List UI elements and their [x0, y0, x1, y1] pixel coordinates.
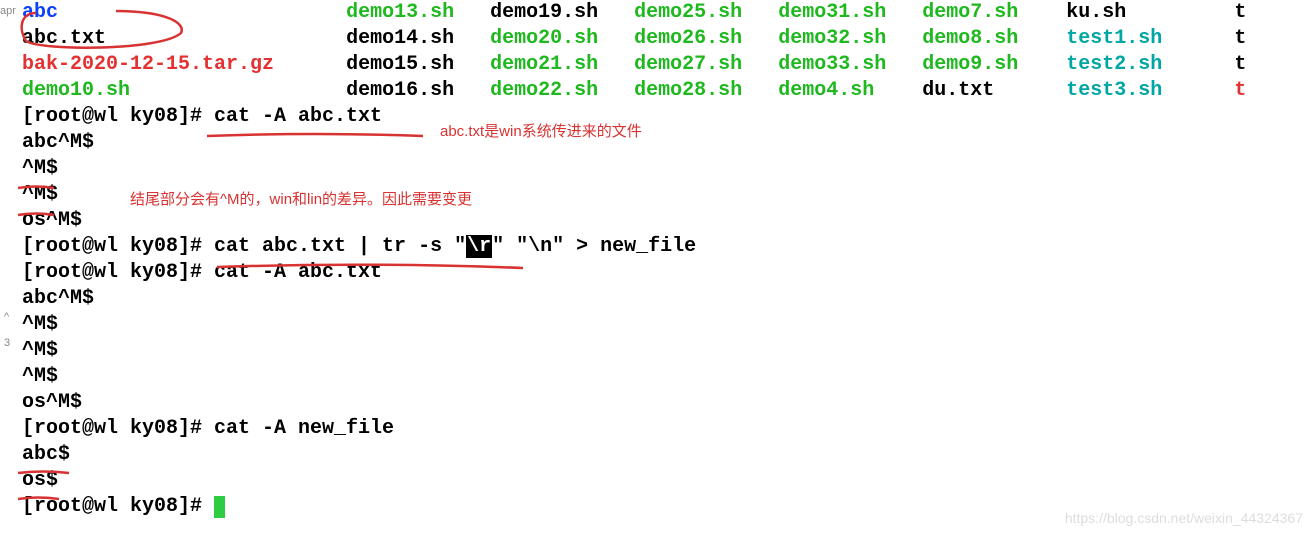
ls-file: abc.txt	[22, 27, 106, 50]
ls-file: demo27.sh	[634, 53, 742, 76]
ls-file: demo7.sh	[922, 1, 1018, 24]
output-line: ^M$	[0, 156, 1315, 182]
ls-file: test3.sh	[1066, 79, 1162, 102]
ls-file: demo13.sh	[346, 1, 454, 24]
terminal-window: apr ^ 3 abc demo13.sh demo19.sh demo25.s…	[0, 0, 1315, 533]
output-line: abc^M$	[0, 286, 1315, 312]
command-text: cat -A abc.txt	[214, 105, 382, 128]
annotation-m-diff: 结尾部分会有^M的，win和lin的差异。因此需要变更	[130, 190, 472, 210]
gutter-label: 3	[4, 336, 10, 350]
ls-file: demo26.sh	[634, 27, 742, 50]
command-text: " "\n" > new_file	[492, 235, 696, 258]
ls-output: abc demo13.sh demo19.sh demo25.sh demo31…	[0, 0, 1315, 104]
command-text: cat -A abc.txt	[214, 261, 382, 284]
ls-file: test1.sh	[1066, 27, 1162, 50]
command-line: [root@wl ky08]# cat -A new_file	[0, 416, 1315, 442]
output-line: abc$	[0, 442, 1315, 468]
output-line: os^M$	[0, 390, 1315, 416]
gutter-label: apr	[0, 4, 16, 18]
gutter-label: ^	[4, 310, 9, 324]
prompt: [root@wl ky08]#	[22, 417, 214, 440]
output-line: ^M$	[0, 364, 1315, 390]
ls-file: test2.sh	[1066, 53, 1162, 76]
output-line: ^M$	[0, 338, 1315, 364]
ls-file: demo20.sh	[490, 27, 598, 50]
output-line: ^M$	[0, 312, 1315, 338]
command-output: abc^M$^M$^M$^M$os^M$	[0, 286, 1315, 416]
ls-file: t	[1234, 53, 1246, 76]
command-line: [root@wl ky08]# cat -A abc.txt	[0, 104, 1315, 130]
ls-file: demo10.sh	[22, 79, 130, 102]
ls-file: demo8.sh	[922, 27, 1018, 50]
command-output: abc$os$	[0, 442, 1315, 494]
ls-file: t	[1234, 27, 1246, 50]
output-line: os^M$	[0, 208, 1315, 234]
command-line: [root@wl ky08]# cat -A abc.txt	[0, 260, 1315, 286]
watermark: https://blog.csdn.net/weixin_44324367	[1065, 509, 1303, 527]
output-line: abc^M$	[0, 130, 1315, 156]
prompt: [root@wl ky08]#	[22, 261, 214, 284]
ls-file: demo15.sh	[346, 53, 454, 76]
ls-file: demo19.sh	[490, 1, 598, 24]
ls-file: demo33.sh	[778, 53, 886, 76]
ls-row: abc.txt demo14.sh demo20.sh demo26.sh de…	[0, 26, 1315, 52]
prompt: [root@wl ky08]#	[22, 235, 214, 258]
cursor	[214, 496, 225, 518]
ls-file: demo28.sh	[634, 79, 742, 102]
ls-file: demo32.sh	[778, 27, 886, 50]
ls-file: demo22.sh	[490, 79, 598, 102]
ls-file: demo16.sh	[346, 79, 454, 102]
ls-file: demo31.sh	[778, 1, 886, 24]
command-line: [root@wl ky08]# cat abc.txt | tr -s "\r"…	[0, 234, 1315, 260]
output-line: os$	[0, 468, 1315, 494]
inverted-text: \r	[466, 235, 492, 258]
ls-row: demo10.sh demo16.sh demo22.sh demo28.sh …	[0, 78, 1315, 104]
prompt: [root@wl ky08]#	[22, 495, 214, 518]
ls-file: bak-2020-12-15.tar.gz	[22, 53, 274, 76]
command-output: abc^M$^M$^M$os^M$	[0, 130, 1315, 234]
annotation-abc-txt: abc.txt是win系统传进来的文件	[440, 122, 642, 142]
ls-file: ku.sh	[1066, 1, 1126, 24]
prompt: [root@wl ky08]#	[22, 105, 214, 128]
ls-file: demo25.sh	[634, 1, 742, 24]
ls-row: abc demo13.sh demo19.sh demo25.sh demo31…	[0, 0, 1315, 26]
ls-file: t	[1234, 79, 1246, 102]
ls-file: demo9.sh	[922, 53, 1018, 76]
command-text: cat abc.txt | tr -s "	[214, 235, 466, 258]
ls-file: t	[1234, 1, 1246, 24]
ls-file: demo4.sh	[778, 79, 874, 102]
ls-file: demo21.sh	[490, 53, 598, 76]
command-text: cat -A new_file	[214, 417, 394, 440]
ls-row: bak-2020-12-15.tar.gz demo15.sh demo21.s…	[0, 52, 1315, 78]
ls-file: demo14.sh	[346, 27, 454, 50]
ls-file: du.txt	[922, 79, 994, 102]
ls-file: abc	[22, 1, 58, 24]
